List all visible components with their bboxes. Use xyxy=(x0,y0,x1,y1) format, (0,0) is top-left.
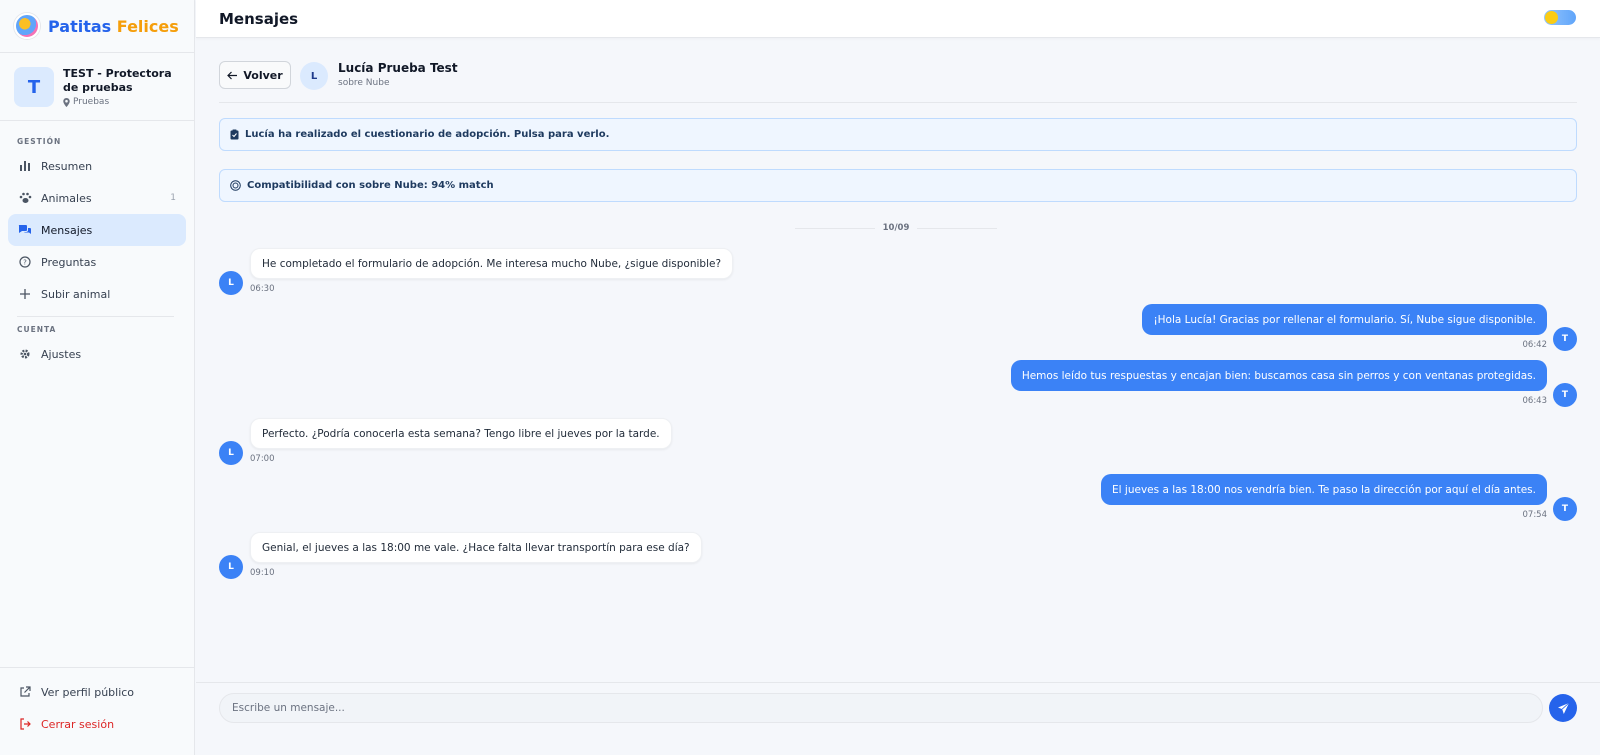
plus-icon xyxy=(18,287,32,301)
message-time: 09:10 xyxy=(250,568,275,578)
questionnaire-notice-text: Lucía ha realizado el cuestionario de ad… xyxy=(245,129,610,140)
sidebar-bottom: Ver perfil público Cerrar sesión xyxy=(0,667,195,755)
message-time: 06:30 xyxy=(250,284,275,294)
back-label: Volver xyxy=(243,68,283,82)
compatibility-notice: Compatibilidad con sobre Nube: 94% match xyxy=(219,169,1577,202)
message-time: 06:42 xyxy=(1522,340,1548,350)
section-title-account: CUENTA xyxy=(17,325,57,334)
message-time: 06:43 xyxy=(1522,396,1548,406)
sidebar-item-mensajes[interactable]: Mensajes xyxy=(8,214,186,246)
sidebar-item-label: Preguntas xyxy=(41,255,97,269)
date-separator-text: 10/09 xyxy=(882,223,910,233)
paw-icon xyxy=(18,191,32,205)
message-bubble-incoming: He completado el formulario de adopción.… xyxy=(250,248,734,279)
sidebar-item-label: Animales xyxy=(41,191,92,205)
location-pin-icon xyxy=(63,97,70,107)
external-link-icon xyxy=(18,685,32,699)
animals-count-badge: 1 xyxy=(170,193,176,203)
sidebar-item-ajustes[interactable]: Ajustes xyxy=(8,338,186,370)
target-icon xyxy=(230,180,241,191)
message-avatar: L xyxy=(219,555,243,579)
section-title-manage: GESTIÓN xyxy=(17,137,62,146)
org-card: T TEST - Protectora de pruebas Pruebas xyxy=(0,53,194,121)
logout-label: Cerrar sesión xyxy=(41,717,115,731)
brand-name: Patitas Felices xyxy=(48,17,179,36)
message-avatar: T xyxy=(1553,327,1577,351)
org-name: TEST - Protectora de pruebas xyxy=(63,67,172,94)
bar-chart-icon xyxy=(18,159,32,173)
sidebar-item-label: Resumen xyxy=(41,159,93,173)
public-profile-link[interactable]: Ver perfil público xyxy=(8,676,187,708)
back-button[interactable]: Volver xyxy=(219,61,291,89)
questionnaire-notice[interactable]: Lucía ha realizado el cuestionario de ad… xyxy=(219,118,1577,151)
message-time: 07:54 xyxy=(1522,510,1548,520)
org-avatar: T xyxy=(14,67,54,107)
send-button[interactable] xyxy=(1549,694,1577,722)
brand-logo xyxy=(14,13,40,39)
gear-icon xyxy=(18,347,32,361)
sidebar-item-label: Mensajes xyxy=(41,223,93,237)
sidebar-item-label: Ajustes xyxy=(41,347,82,361)
date-separator: 10/09 xyxy=(795,222,998,234)
topbar: Mensajes xyxy=(196,0,1600,38)
sidebar-divider xyxy=(17,316,174,317)
message-bubble-outgoing: ¡Hola Lucía! Gracias por rellenar el for… xyxy=(1142,304,1547,335)
logout-button[interactable]: Cerrar sesión xyxy=(8,708,187,740)
page-title: Mensajes xyxy=(219,9,299,28)
contact-avatar: L xyxy=(300,62,328,90)
message-bubble-incoming: Perfecto. ¿Podría conocerla esta semana?… xyxy=(250,418,672,449)
message-bubble-incoming: Genial, el jueves a las 18:00 me vale. ¿… xyxy=(250,532,702,563)
sidebar-item-resumen[interactable]: Resumen xyxy=(8,150,186,182)
sidebar-item-animales[interactable]: Animales 1 xyxy=(8,182,186,214)
sidebar-item-label: Subir animal xyxy=(41,287,111,301)
message-time: 07:00 xyxy=(250,454,275,464)
sidebar-item-preguntas[interactable]: ? Preguntas xyxy=(8,246,186,278)
message-avatar: T xyxy=(1553,383,1577,407)
message-avatar: L xyxy=(219,271,243,295)
sun-icon xyxy=(1545,11,1558,24)
message-input[interactable] xyxy=(219,693,1543,723)
sidebar: Patitas Felices T TEST - Protectora de p… xyxy=(0,0,195,755)
arrow-left-icon xyxy=(227,71,238,79)
question-icon: ? xyxy=(18,255,32,269)
logout-icon xyxy=(18,717,32,731)
chat-header: Volver L Lucía Prueba Test sobre Nube xyxy=(219,58,1577,103)
theme-toggle[interactable] xyxy=(1544,10,1576,25)
chat-icon xyxy=(18,223,32,237)
message-composer xyxy=(196,682,1600,755)
message-avatar: L xyxy=(219,441,243,465)
compatibility-notice-text: Compatibilidad con sobre Nube: 94% match xyxy=(247,180,494,191)
message-bubble-outgoing: El jueves a las 18:00 nos vendría bien. … xyxy=(1101,474,1547,505)
brand-name-part2: Felices xyxy=(116,16,179,36)
brand[interactable]: Patitas Felices xyxy=(0,0,194,53)
message-bubble-outgoing: Hemos leído tus respuestas y encajan bie… xyxy=(1010,360,1547,391)
brand-name-part1: Patitas xyxy=(48,16,112,36)
org-location: Pruebas xyxy=(63,97,182,107)
svg-text:?: ? xyxy=(23,259,27,267)
org-location-text: Pruebas xyxy=(73,97,110,107)
sidebar-item-subir-animal[interactable]: Subir animal xyxy=(8,278,186,310)
message-avatar: T xyxy=(1553,497,1577,521)
contact-name: Lucía Prueba Test xyxy=(338,61,458,75)
clipboard-icon xyxy=(230,129,239,140)
public-profile-label: Ver perfil público xyxy=(41,685,135,699)
send-icon xyxy=(1557,702,1569,714)
contact-subtitle: sobre Nube xyxy=(338,78,390,88)
